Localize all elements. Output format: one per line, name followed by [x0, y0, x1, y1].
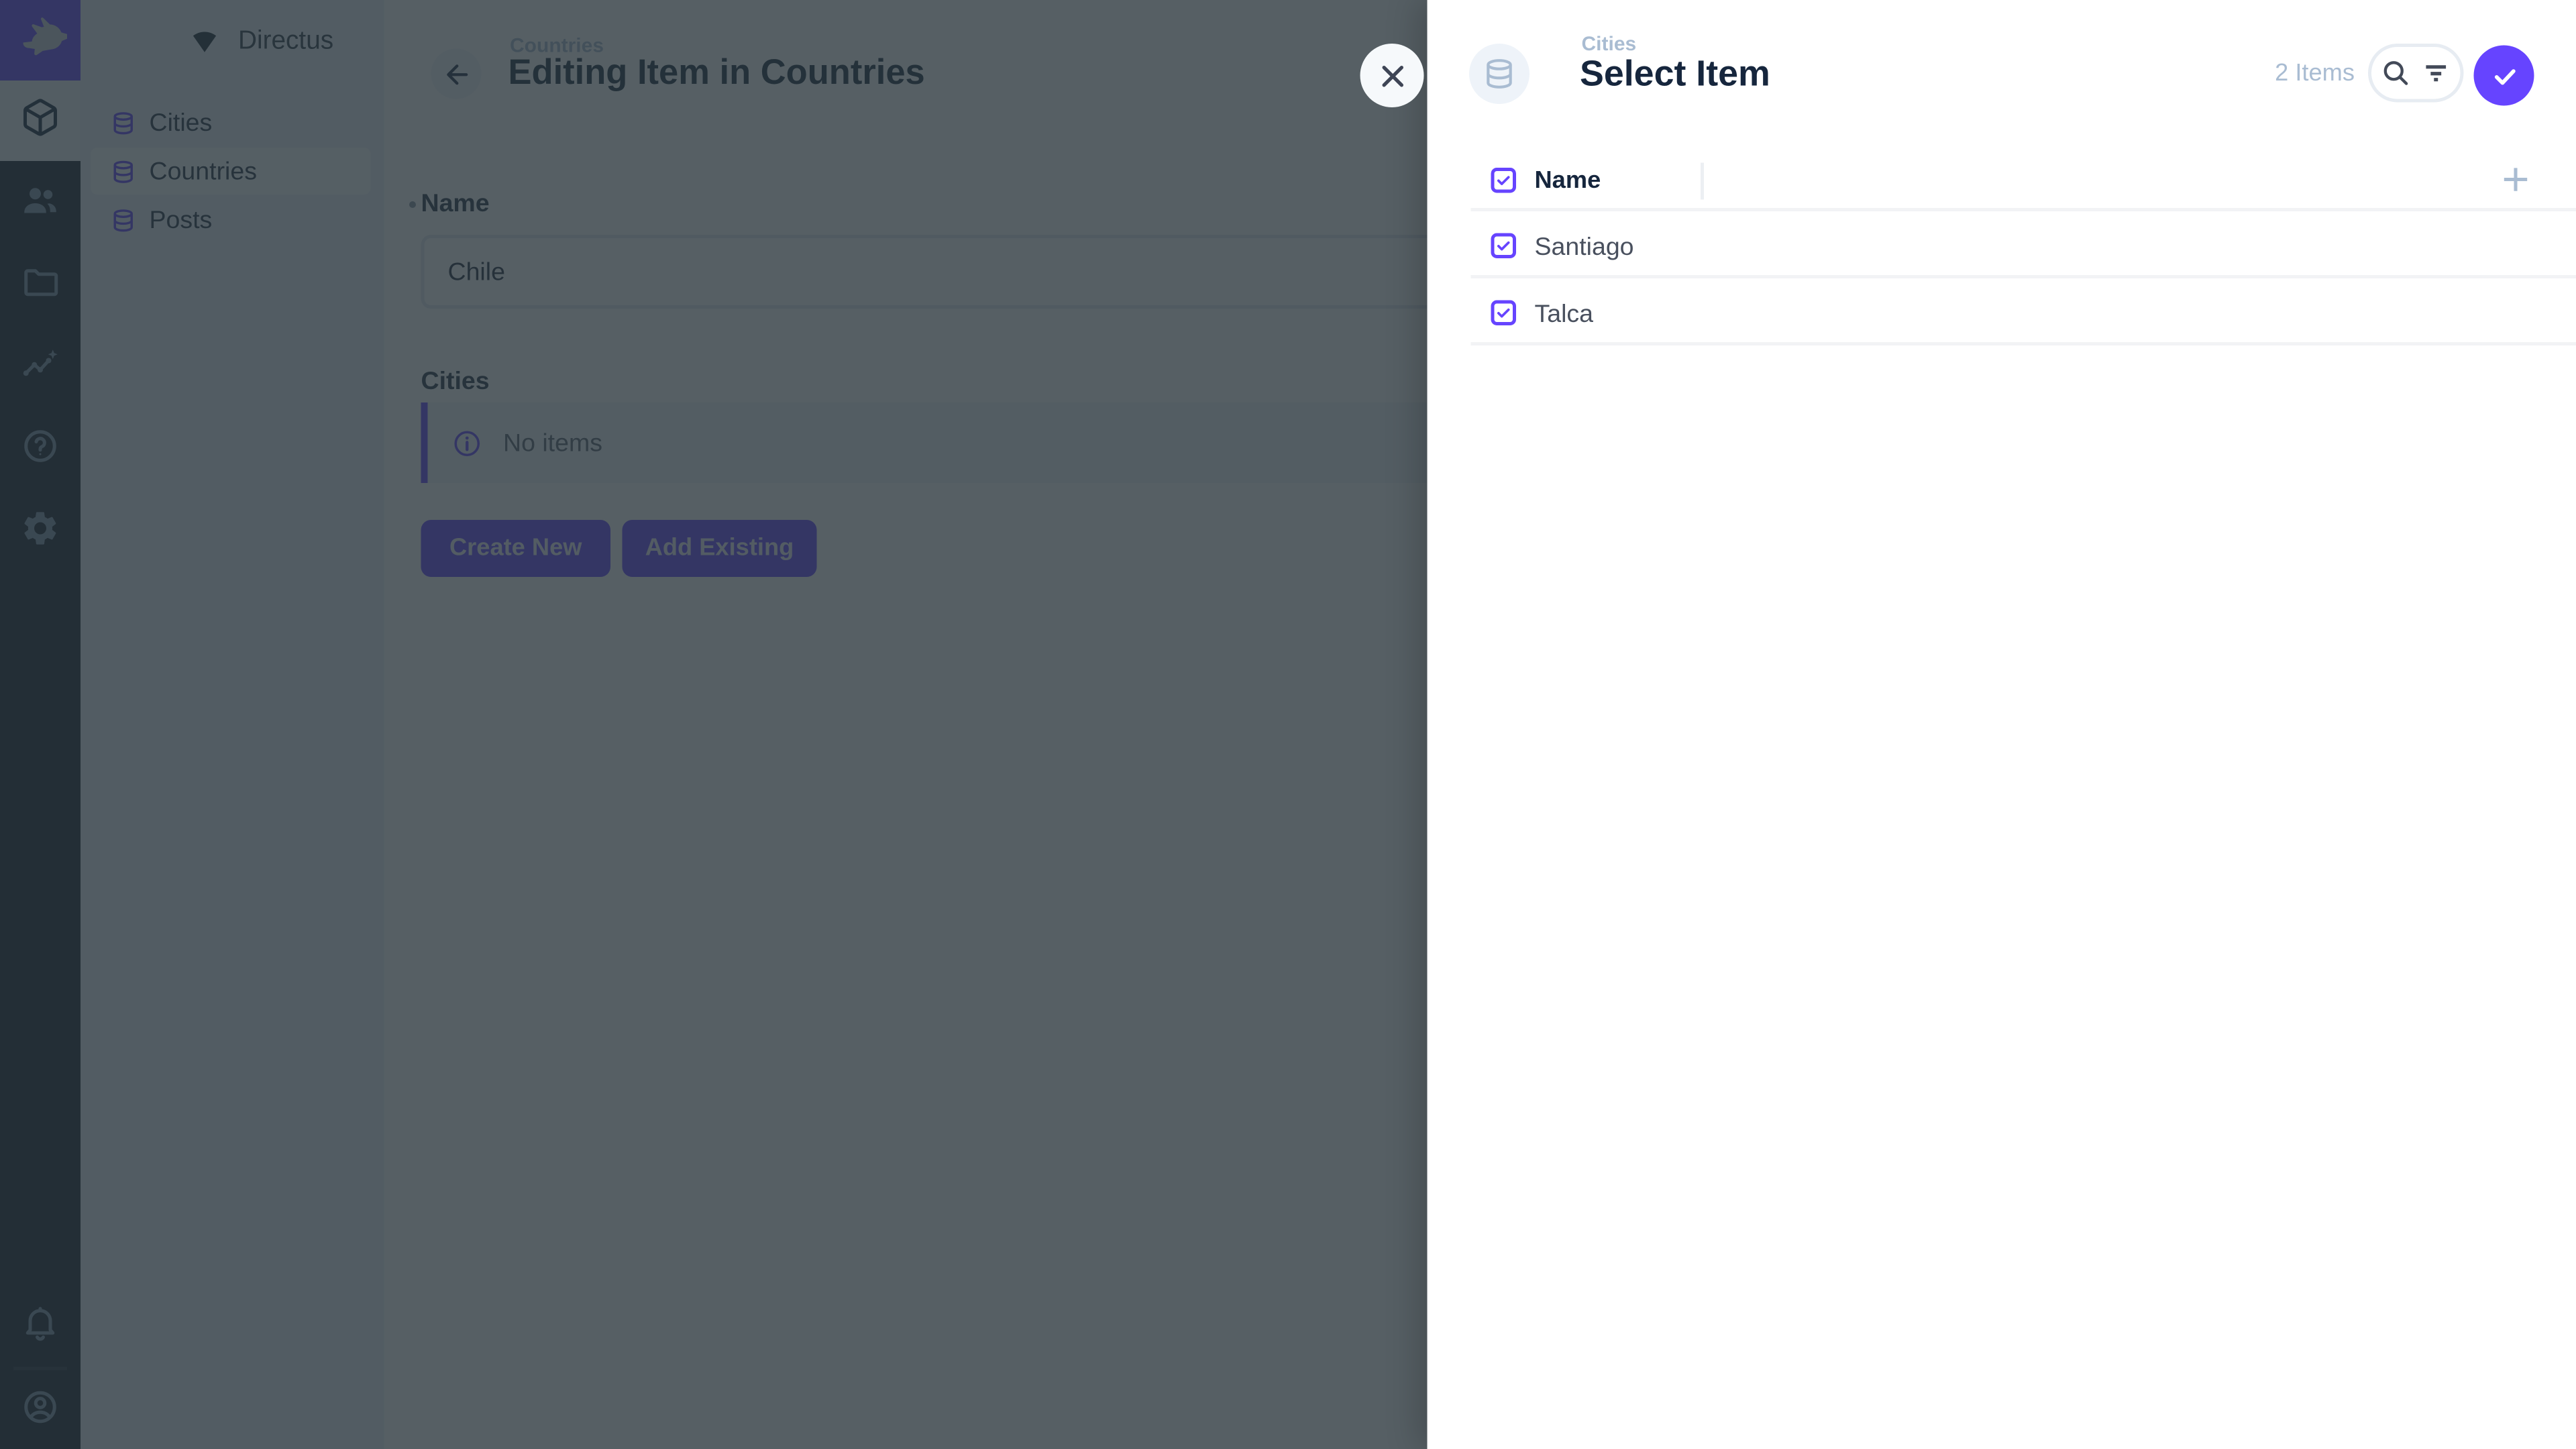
confirm-selection-button[interactable]: [2474, 46, 2534, 106]
collection-icon-circle: [1469, 44, 1529, 104]
filter-icon[interactable]: [2420, 57, 2453, 89]
column-resize-handle[interactable]: [1701, 163, 1704, 200]
drawer-title: Select Item: [1580, 54, 1770, 96]
plus-icon: [2498, 161, 2534, 198]
check-icon: [1495, 304, 1513, 323]
close-icon: [1375, 58, 1410, 93]
search-filter-pill: [2368, 44, 2464, 103]
directus-app: Directus Cities Countries Posts Countrie…: [0, 0, 2576, 1449]
select-item-drawer: Cities Select Item 2 Items Name Santiago: [1428, 0, 2576, 1449]
row-checkbox[interactable]: [1491, 301, 1517, 326]
row-divider: [1471, 275, 2576, 278]
row-name-cell[interactable]: Santiago: [1535, 233, 1634, 262]
close-drawer-button[interactable]: [1360, 44, 1424, 107]
select-all-checkbox[interactable]: [1491, 168, 1517, 193]
add-column-button[interactable]: [2498, 161, 2534, 198]
table-header-divider: [1471, 208, 2576, 211]
column-header-name[interactable]: Name: [1535, 168, 1601, 195]
check-icon: [2486, 58, 2522, 93]
row-name-cell[interactable]: Talca: [1535, 301, 1594, 329]
database-icon: [1483, 57, 1516, 91]
row-divider: [1471, 342, 2576, 345]
check-icon: [1495, 237, 1513, 256]
row-checkbox[interactable]: [1491, 233, 1517, 259]
check-icon: [1495, 171, 1513, 190]
drawer-collection-label: Cities: [1582, 32, 1637, 56]
items-count: 2 Items: [2275, 60, 2355, 87]
search-icon[interactable]: [2380, 57, 2412, 89]
